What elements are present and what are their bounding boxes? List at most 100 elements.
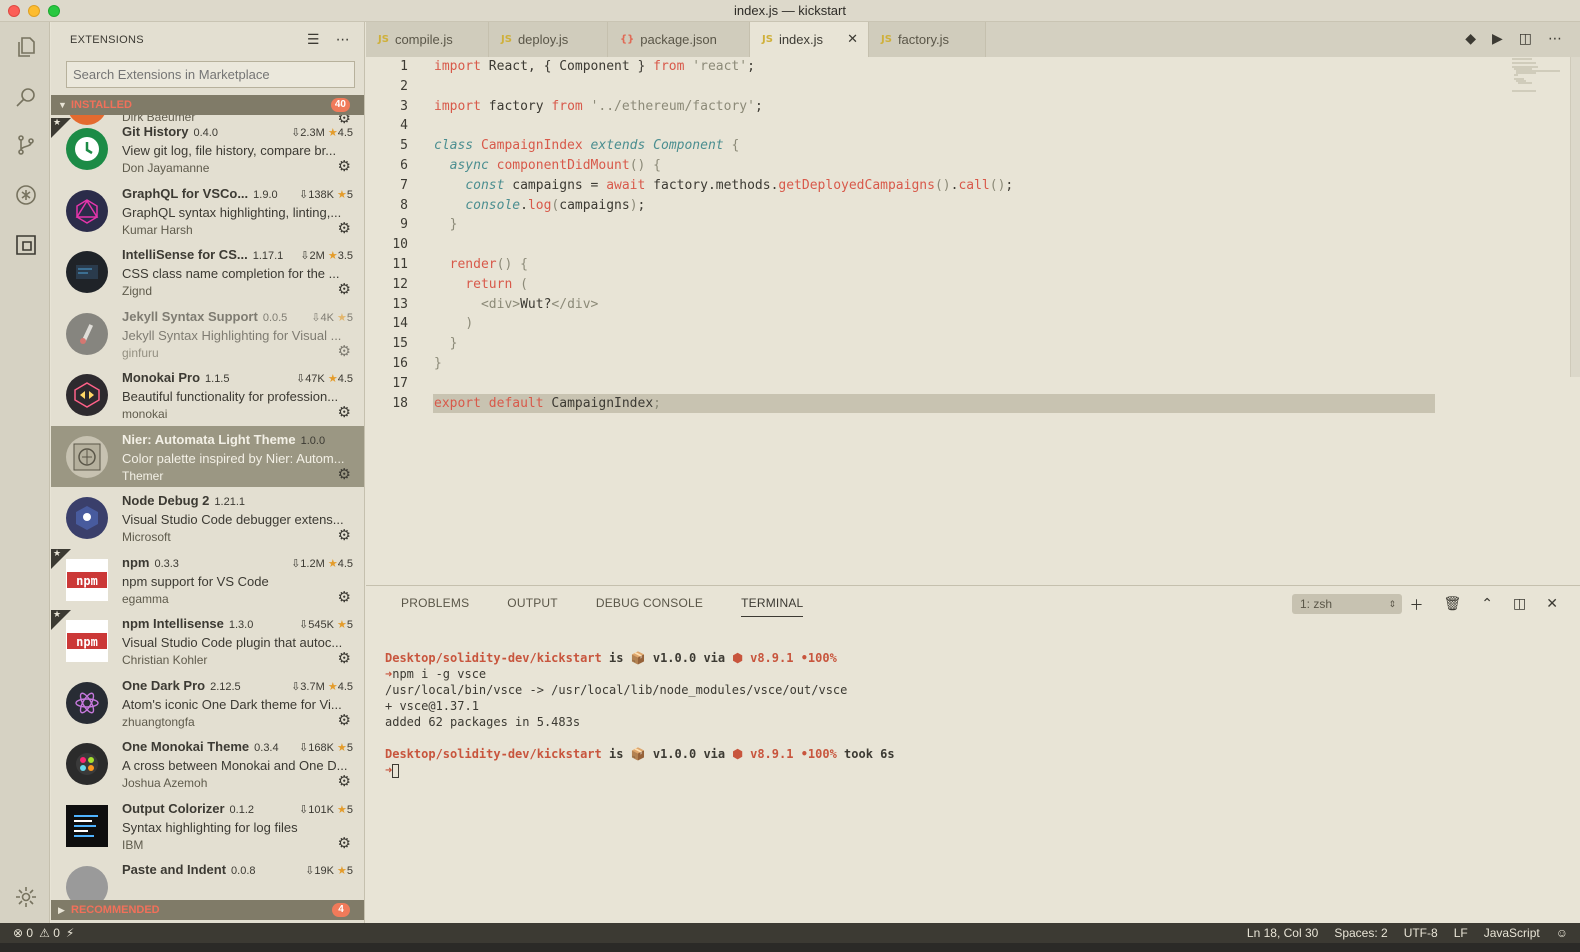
close-tab-icon[interactable]: ✕ (847, 31, 858, 47)
tab-problems[interactable]: PROBLEMS (401, 596, 469, 617)
tab-deploy-js[interactable]: JS deploy.js (489, 22, 608, 57)
new-terminal-icon[interactable]: ＋ (1410, 595, 1424, 615)
settings-gear-icon[interactable] (13, 884, 39, 910)
trash-icon[interactable]: 🗑 (1444, 595, 1462, 615)
error-icon: ⊗ (13, 926, 24, 940)
node-debug-icon (66, 497, 108, 539)
extension-item[interactable]: Jekyll Syntax Support 0.0.5 ⇩4K ★5 Jekyll S… (51, 303, 364, 365)
more-actions-icon[interactable]: ⋯ (1548, 30, 1562, 47)
extension-list: Git History0.4.0⇩2.3M ★4.5View git log, … (51, 118, 364, 901)
extensions-search-input[interactable] (66, 61, 355, 88)
rating: 4.5 (337, 127, 353, 139)
star-icon: ★ (337, 865, 347, 877)
status-bar: ⊗ 0 ⚠ 0 ⚡ Ln 18, Col 30 Spaces: 2 UTF-8 … (0, 923, 1580, 943)
download-icon: ⇩ (299, 619, 309, 631)
download-icon: ⇩ (291, 680, 301, 693)
extension-item[interactable]: Monokai Pro 1.1.5 ⇩47K ★4.5 Beautiful funct… (51, 364, 364, 426)
tab-package-json[interactable]: {} package.json (608, 22, 750, 57)
tab-factory-js[interactable]: JS factory.js (869, 22, 986, 57)
editor-scrollbar[interactable] (1570, 57, 1580, 377)
git-compare-icon[interactable]: ◆ (1465, 30, 1476, 47)
warnings-indicator[interactable]: ⚠ 0 (39, 923, 60, 943)
code-editor[interactable]: 1 import React, { Component } from 'react… (366, 57, 1580, 585)
terminal-select[interactable]: 1: zsh ⇕ (1292, 594, 1402, 614)
split-panel-icon[interactable]: ◫ (1513, 595, 1526, 615)
svg-text:npm: npm (76, 574, 98, 588)
cursor-position[interactable]: Ln 18, Col 30 (1247, 923, 1318, 943)
extension-publisher: egamma (122, 591, 169, 606)
gear-icon[interactable]: ⚙ (338, 590, 351, 605)
maximize-window-button[interactable] (48, 5, 60, 17)
extension-publisher: monokai (122, 407, 168, 421)
gear-icon[interactable]: ⚙ (338, 467, 351, 482)
gear-icon[interactable]: ⚙ (338, 528, 351, 543)
extension-item[interactable]: One Monokai Theme 0.3.4 ⇩168K ★5 A cross be… (51, 733, 364, 795)
installed-section-header[interactable]: ▼ INSTALLED 40 (51, 95, 364, 115)
code-line: async componentDidMount() { (449, 158, 661, 173)
rating: 4.5 (337, 680, 353, 693)
extension-item[interactable]: Paste and Indent 0.0.8 ⇩19K ★5 (51, 856, 364, 901)
gear-icon[interactable]: ⚙ (338, 282, 351, 297)
star-icon: ★ (337, 803, 347, 816)
search-icon[interactable] (13, 84, 39, 110)
errors-indicator[interactable]: ⊗ 0 (13, 923, 33, 943)
gear-icon[interactable]: ⚙ (338, 221, 351, 236)
explorer-icon[interactable] (13, 34, 39, 60)
tab-index-js[interactable]: JS index.js ✕ (750, 22, 869, 57)
indentation[interactable]: Spaces: 2 (1334, 923, 1387, 943)
extension-item[interactable]: GraphQL for VSCo... 1.9.0 ⇩138K ★5 GraphQL … (51, 180, 364, 242)
tab-compile-js[interactable]: JS compile.js (366, 22, 489, 57)
lightning-icon[interactable]: ⚡ (66, 923, 74, 943)
line-number: 1 (400, 59, 408, 74)
extension-item[interactable]: Nier: Automata Light Theme 1.0.0 Color pal… (51, 425, 364, 487)
extension-version: 0.3.3 (154, 557, 179, 570)
minimize-window-button[interactable] (28, 5, 40, 17)
feedback-smiley-icon[interactable]: ☺ (1556, 923, 1568, 943)
extension-publisher: IBM (122, 837, 144, 852)
tab-debug-console[interactable]: DEBUG CONSOLE (596, 596, 703, 617)
package-icon: 📦 (630, 651, 646, 665)
debug-icon[interactable] (13, 182, 39, 208)
tab-label: factory.js (897, 32, 949, 47)
code-line: } (434, 356, 442, 371)
gear-icon[interactable]: ⚙ (338, 651, 351, 666)
select-arrow-icon: ⇕ (1388, 599, 1396, 609)
minimap[interactable] (1460, 57, 1580, 585)
more-actions-icon[interactable]: ⋯ (336, 31, 350, 48)
gear-icon[interactable]: ⚙ (338, 774, 351, 789)
close-window-button[interactable] (8, 5, 20, 17)
gear-icon[interactable]: ⚙ (338, 159, 351, 174)
extension-item[interactable]: Git History0.4.0⇩2.3M ★4.5View git log, … (51, 118, 364, 180)
split-editor-icon[interactable]: ◫ (1519, 30, 1532, 47)
download-count: 2.3M (300, 127, 325, 139)
extension-item[interactable]: One Dark Pro 2.12.5 ⇩3.7M ★4.5 Atom's iconi… (51, 672, 364, 734)
run-icon[interactable]: ▶ (1492, 30, 1503, 47)
extension-item[interactable]: Node Debug 2 1.21.1 Visual Studio Code deb… (51, 487, 364, 549)
extension-item[interactable]: npmnpm Intellisense1.3.0⇩545K ★5Visual S… (51, 609, 364, 672)
encoding[interactable]: UTF-8 (1404, 923, 1438, 943)
tab-output[interactable]: OUTPUT (507, 596, 558, 617)
gear-icon[interactable]: ⚙ (338, 713, 351, 728)
source-control-icon[interactable] (13, 132, 39, 158)
recommended-section-header[interactable]: ▶ RECOMMENDED 4 (51, 900, 364, 920)
language-mode[interactable]: JavaScript (1484, 923, 1540, 943)
gear-icon[interactable]: ⚙ (338, 836, 351, 851)
extension-item[interactable]: IntelliSense for CS... 1.17.1 ⇩2M ★3.5 CSS … (51, 241, 364, 303)
extension-item[interactable]: Output Colorizer 0.1.2 ⇩101K ★5 Syntax high… (51, 795, 364, 857)
clear-extensions-icon[interactable]: ☰ (307, 31, 320, 48)
terminal-output[interactable]: Desktop/solidity-dev/kickstart is 📦 v1.0… (385, 650, 895, 778)
npm-icon: npm (66, 558, 108, 601)
jekyll-icon (66, 312, 108, 355)
tab-terminal[interactable]: TERMINAL (741, 596, 804, 617)
gear-icon[interactable]: ⚙ (338, 344, 351, 359)
extension-description: Visual Studio Code debugger extens... (122, 512, 344, 527)
extension-item[interactable]: npm npm0.3.3 ⇩1.2M ★4.5 npm support for VS … (51, 548, 364, 611)
git-history-icon (66, 128, 108, 170)
maximize-panel-icon[interactable]: ⌃ (1481, 595, 1493, 615)
end-of-line[interactable]: LF (1454, 923, 1468, 943)
extension-name: npm 0.3.3 (122, 554, 179, 570)
close-panel-icon[interactable]: ✕ (1546, 595, 1558, 615)
extension-publisher: Microsoft (122, 530, 171, 544)
gear-icon[interactable]: ⚙ (338, 405, 351, 420)
extensions-icon[interactable] (13, 232, 39, 258)
